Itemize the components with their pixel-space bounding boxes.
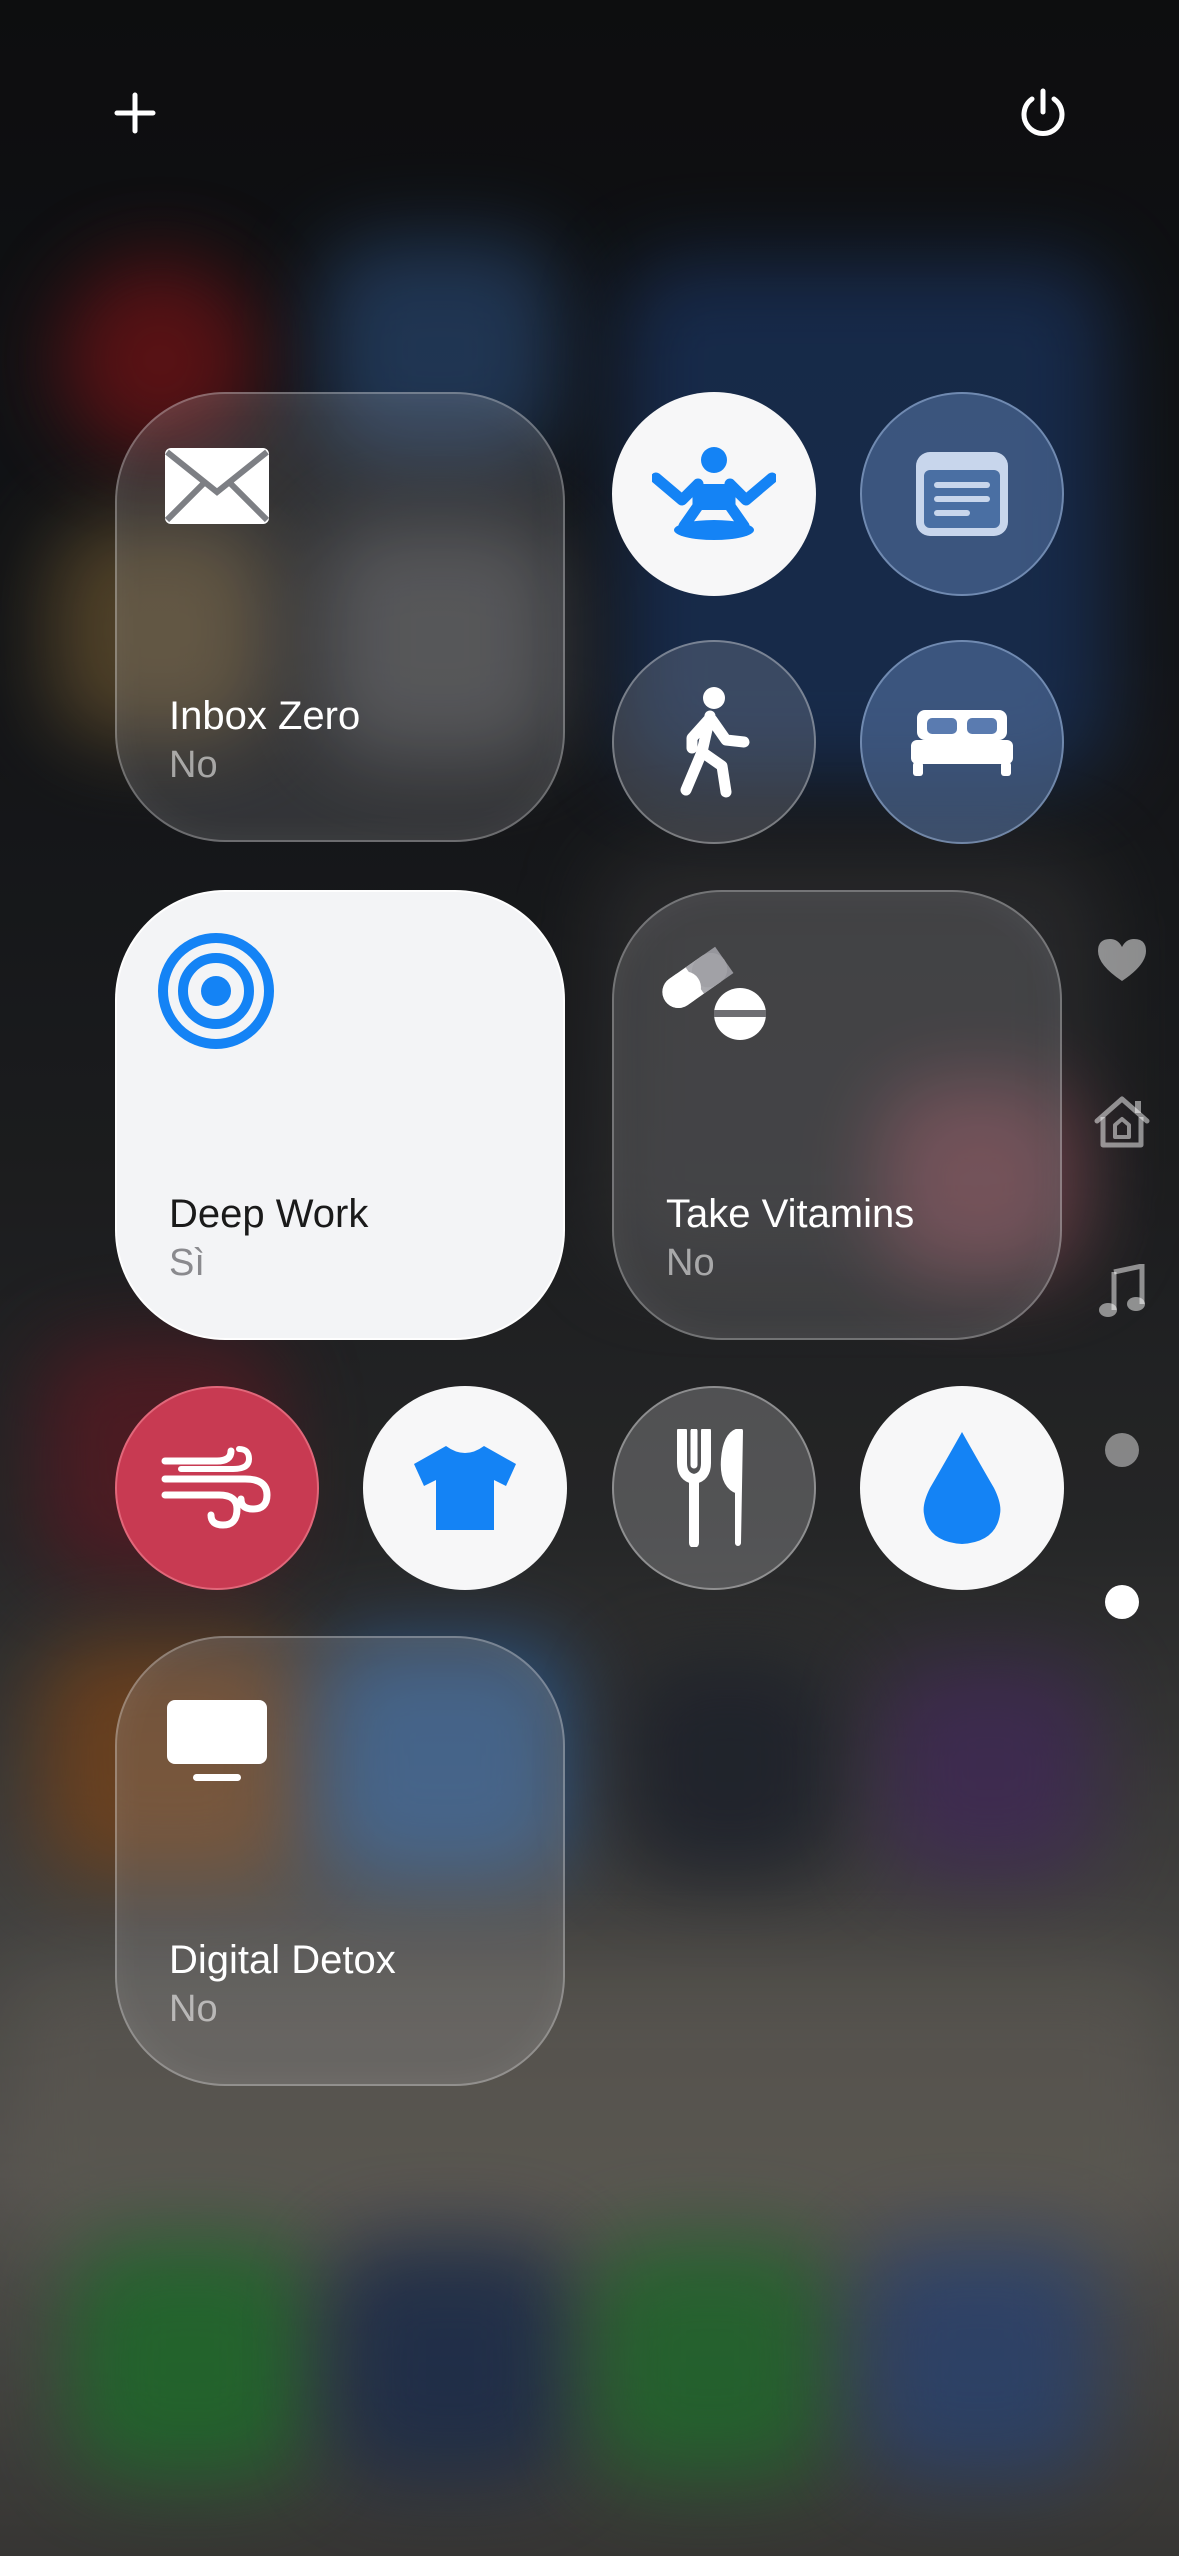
bed-icon xyxy=(911,710,1013,776)
tile-status: No xyxy=(169,1988,218,2030)
envelope-icon xyxy=(163,446,271,531)
rail-page-dot[interactable] xyxy=(1104,1432,1140,1468)
walk-button[interactable] xyxy=(612,640,816,844)
meditate-button[interactable] xyxy=(612,392,816,596)
meditation-figure-icon xyxy=(652,447,776,540)
tile-title: Deep Work xyxy=(169,1192,369,1236)
tv-icon xyxy=(165,1698,269,1789)
pills-icon xyxy=(658,946,768,1047)
eat-button[interactable] xyxy=(612,1386,816,1590)
walking-figure-icon xyxy=(680,687,750,798)
wind-icon xyxy=(161,1446,271,1529)
power-button[interactable] xyxy=(998,68,1088,158)
reader-icon xyxy=(916,452,1008,536)
tile-take-vitamins[interactable]: Take Vitamins No xyxy=(612,890,1062,1340)
tile-status: Sì xyxy=(169,1242,205,1284)
music-note-icon xyxy=(1099,1264,1145,1317)
tile-digital-detox[interactable]: Digital Detox No xyxy=(115,1636,565,2086)
power-icon xyxy=(1021,88,1065,136)
tile-title: Inbox Zero xyxy=(169,694,361,738)
fork-knife-icon xyxy=(677,1429,743,1547)
rail-page-dot-current[interactable] xyxy=(1104,1584,1140,1620)
tile-title: Digital Detox xyxy=(169,1938,396,1982)
tile-inbox-zero[interactable]: Inbox Zero No xyxy=(115,392,565,842)
heart-icon xyxy=(1098,939,1146,981)
water-drop-icon xyxy=(923,1432,1001,1544)
hydrate-button[interactable] xyxy=(860,1386,1064,1590)
dress-button[interactable] xyxy=(363,1386,567,1590)
tile-deep-work[interactable]: Deep Work Sì xyxy=(115,890,565,1340)
plus-icon xyxy=(114,92,156,134)
target-icon xyxy=(157,932,275,1055)
tile-status: No xyxy=(666,1242,715,1284)
page-dot-icon xyxy=(1105,1433,1139,1467)
page-dot-current-icon xyxy=(1105,1585,1139,1619)
tshirt-icon xyxy=(414,1446,516,1530)
tile-title: Take Vitamins xyxy=(666,1192,915,1236)
reading-button[interactable] xyxy=(860,392,1064,596)
breathe-button[interactable] xyxy=(115,1386,319,1590)
home-icon xyxy=(1094,1096,1150,1148)
tile-status: No xyxy=(169,744,218,786)
rail-favorites[interactable] xyxy=(1092,930,1152,990)
rail-music[interactable] xyxy=(1092,1262,1152,1322)
sleep-button[interactable] xyxy=(860,640,1064,844)
rail-home[interactable] xyxy=(1092,1092,1152,1152)
add-button[interactable] xyxy=(90,68,180,158)
